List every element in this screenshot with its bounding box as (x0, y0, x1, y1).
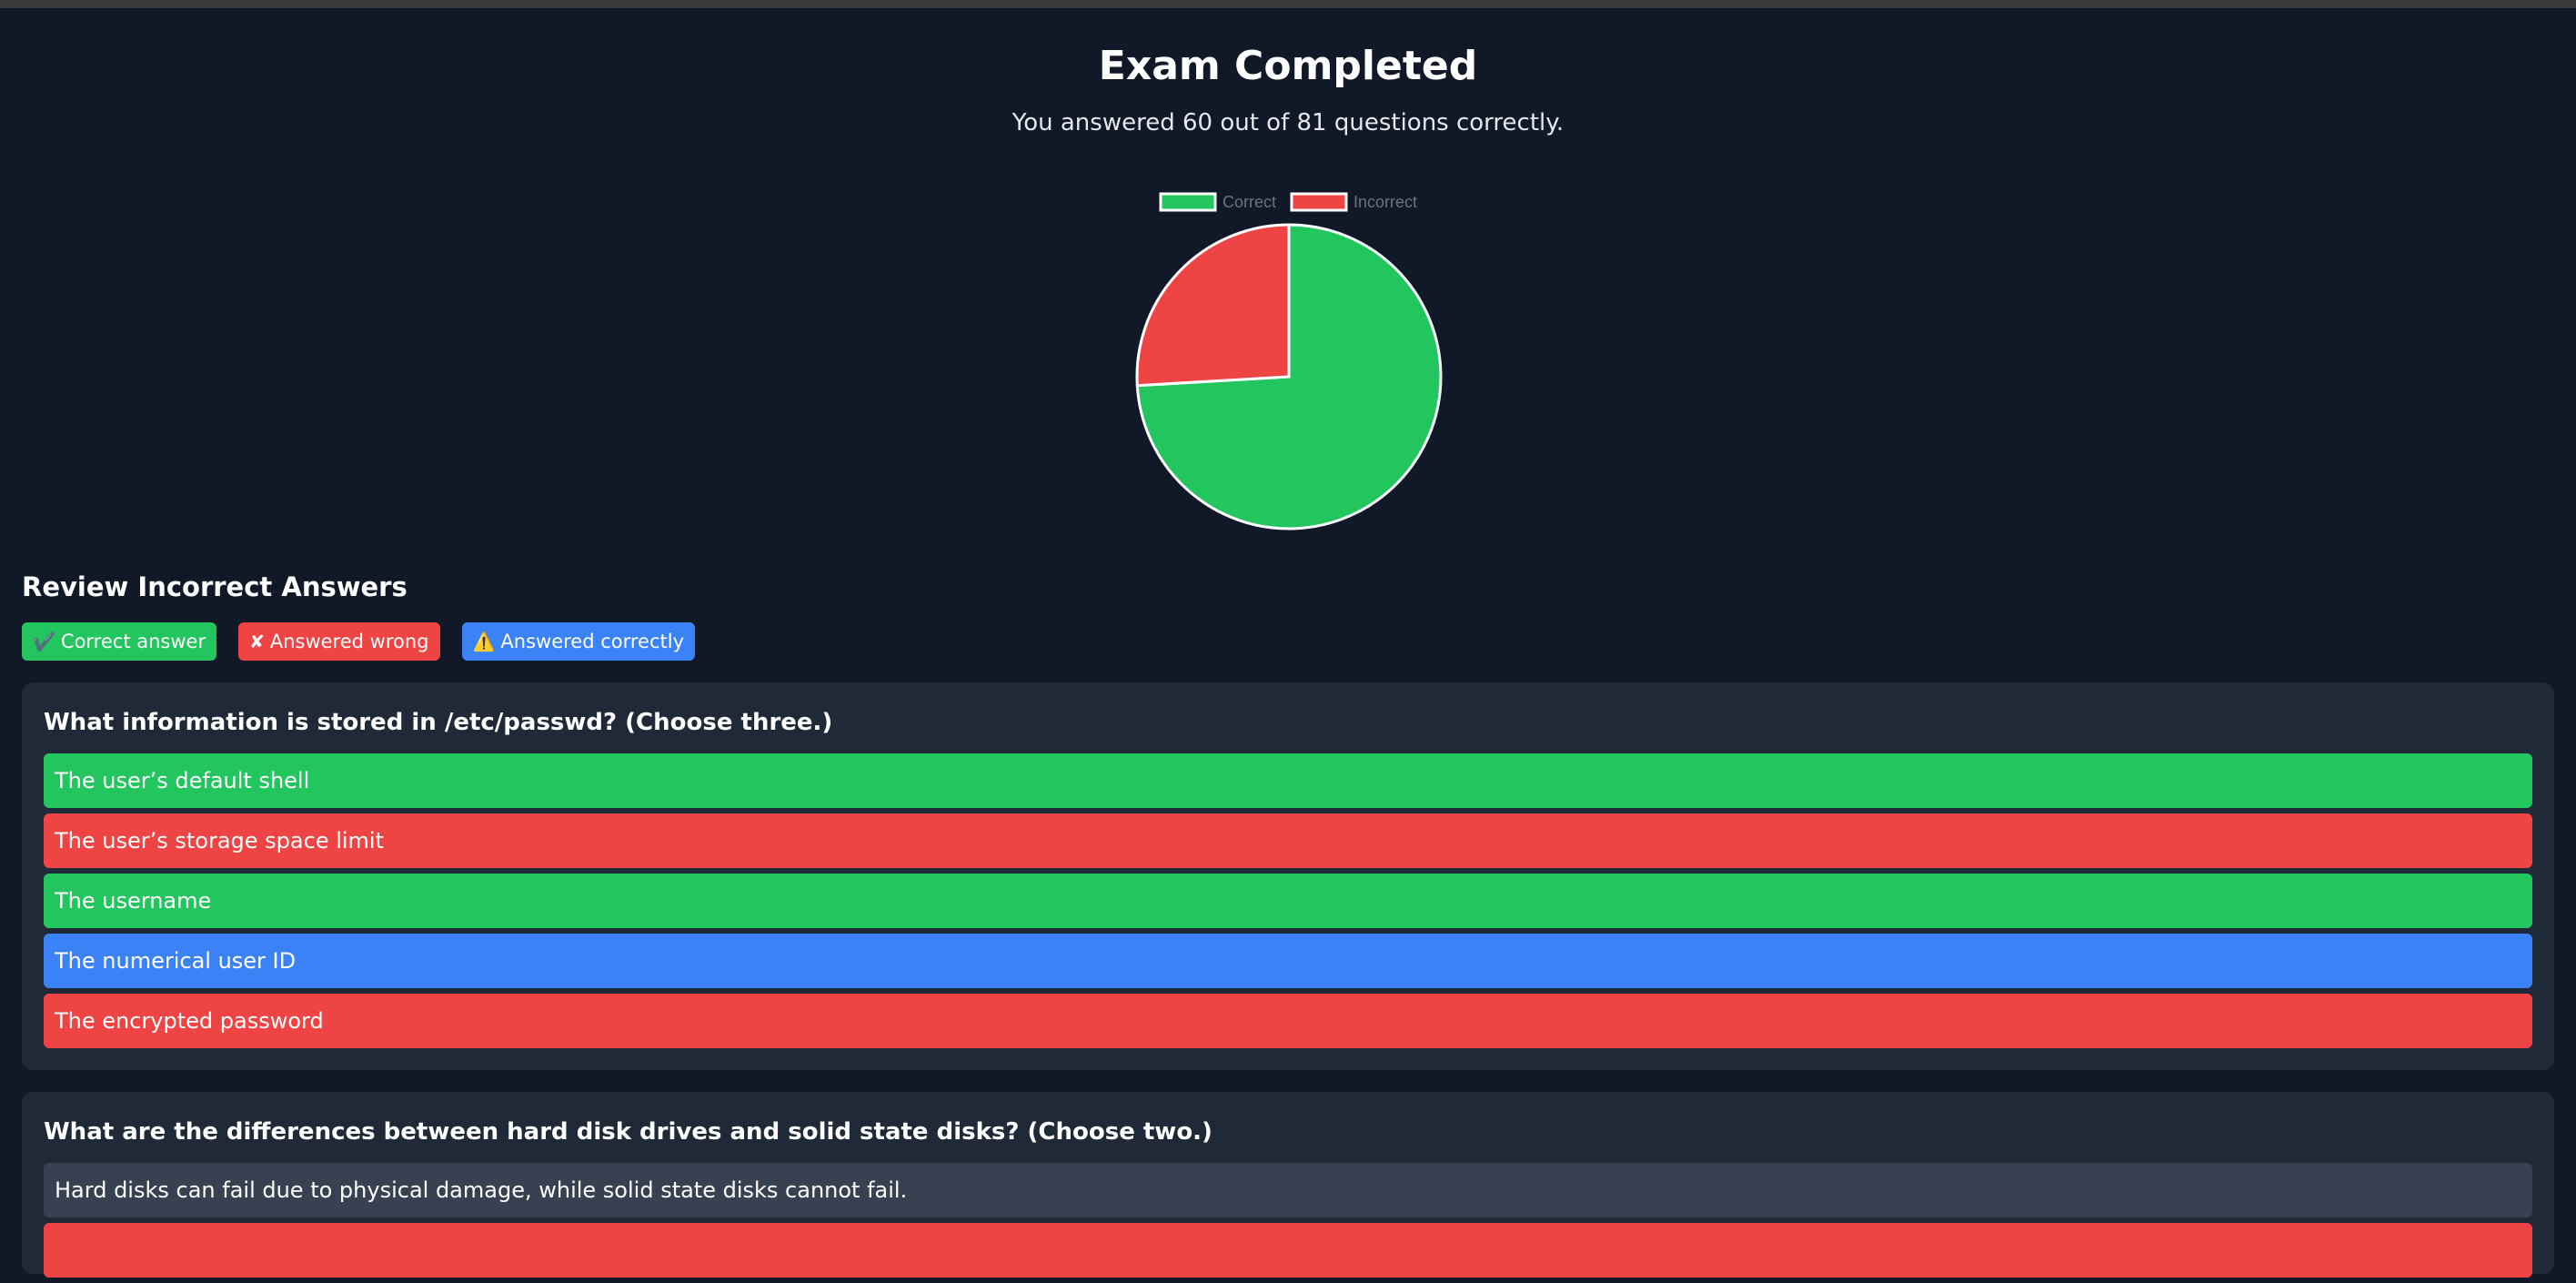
key-answered-wrong: ✘ Answered wrong (238, 622, 440, 661)
cross-icon: ✘ (249, 631, 265, 652)
answer-option: The username (44, 874, 2532, 928)
key-label: Correct answer (60, 631, 206, 652)
question-text: What are the differences between hard di… (44, 1118, 1213, 1146)
answer-options: Hard disks can fail due to physical dama… (44, 1163, 2532, 1283)
score-summary: You answered 60 out of 81 questions corr… (1011, 109, 1565, 136)
answer-option (44, 1223, 2532, 1278)
answer-option: The encrypted password (44, 994, 2532, 1048)
key-answered-correctly: ⚠️ Answered correctly (461, 622, 696, 661)
page-title: Exam Completed (1098, 43, 1478, 89)
window-top-bar (0, 0, 2576, 8)
review-section-title: Review Incorrect Answers (22, 571, 408, 602)
pie-slice-incorrect (1135, 223, 1291, 388)
legend-label-correct: Correct (1223, 193, 1276, 211)
question-text: What information is stored in /etc/passw… (44, 709, 833, 736)
pie-slices (1135, 223, 1443, 530)
question-card: What are the differences between hard di… (22, 1092, 2554, 1278)
results-pie-chart: Correct Incorrect (1128, 181, 1448, 536)
warning-icon: ⚠️ (472, 631, 496, 652)
chart-legend: Correct Incorrect (1159, 192, 1417, 212)
key-label: Answered correctly (500, 631, 685, 652)
pie-chart-svg: Correct Incorrect (1135, 192, 1443, 530)
exam-results-page: Exam Completed You answered 60 out of 81… (0, 8, 2576, 1278)
answer-option: The user’s default shell (44, 753, 2532, 808)
legend-swatch-correct (1159, 192, 1217, 212)
answer-option: The numerical user ID (44, 934, 2532, 988)
check-icon: ✔️ (33, 631, 55, 652)
key-correct-answer: ✔️ Correct answer (22, 622, 217, 661)
legend-label-incorrect: Incorrect (1353, 193, 1417, 211)
key-label: Answered wrong (269, 631, 429, 652)
legend-swatch-incorrect (1290, 192, 1348, 212)
answer-option: The user’s storage space limit (44, 813, 2532, 868)
answer-option: Hard disks can fail due to physical dama… (44, 1163, 2532, 1217)
question-card: What information is stored in /etc/passw… (22, 682, 2554, 1070)
answer-options: The user’s default shell The user’s stor… (44, 753, 2532, 1054)
answer-key-legend: ✔️ Correct answer ✘ Answered wrong ⚠️ An… (22, 622, 696, 661)
